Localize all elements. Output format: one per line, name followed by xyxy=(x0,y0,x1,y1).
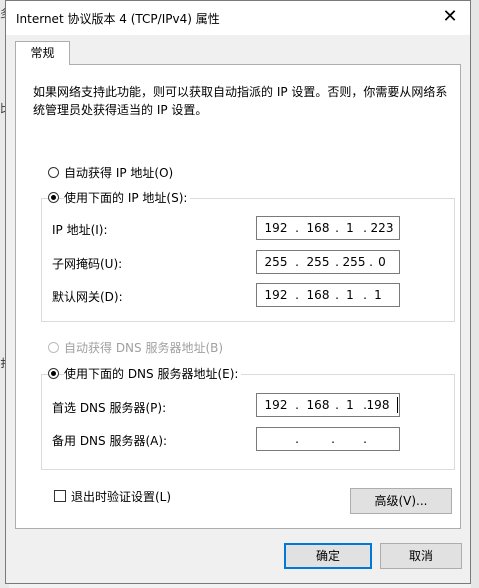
ip-octet: 255 xyxy=(342,255,366,269)
ip-dot: . xyxy=(295,432,299,446)
manual-dns-radio[interactable] xyxy=(48,368,59,379)
ip-dot: . xyxy=(295,221,299,235)
subnet-mask-label: 子网掩码(U): xyxy=(52,257,123,271)
ip-address-label: IP 地址(I): xyxy=(52,223,108,237)
ip-dot: . xyxy=(363,432,367,446)
ip-address-field[interactable]: 192 . 168 . 1 . 223 xyxy=(256,216,400,240)
ip-octet: 192 xyxy=(264,221,288,235)
preferred-dns-label: 首选 DNS 服务器(P): xyxy=(52,401,167,415)
ok-button[interactable]: 确定 xyxy=(284,543,372,569)
ip-octet: 168 xyxy=(306,221,330,235)
ip-octet: 0 xyxy=(378,255,386,269)
close-icon[interactable]: ✕ xyxy=(440,7,460,27)
manual-ip-radio[interactable] xyxy=(48,192,59,203)
advanced-button[interactable]: 高级(V)... xyxy=(350,488,452,514)
subnet-mask-field[interactable]: 255 . 255 . 255 . 0 xyxy=(256,250,400,274)
auto-ip-radio[interactable] xyxy=(48,167,59,178)
tab-general[interactable]: 常规 xyxy=(15,41,70,65)
dns-server-group xyxy=(41,374,455,470)
manual-dns-label[interactable]: 使用下面的 DNS 服务器地址(E): xyxy=(64,365,242,382)
alternate-dns-label: 备用 DNS 服务器(A): xyxy=(52,434,168,448)
ip-octet: 1 xyxy=(374,288,382,302)
ip-dot: . xyxy=(295,255,299,269)
ip-octet: 192 xyxy=(264,398,288,412)
validate-on-exit-label[interactable]: 退出时验证设置(L) xyxy=(71,488,171,505)
ip-octet: 255 xyxy=(306,255,330,269)
ip-dot: . xyxy=(295,288,299,302)
default-gateway-label: 默认网关(D): xyxy=(52,290,123,304)
text-cursor xyxy=(397,397,398,413)
ip-octet: 255 xyxy=(264,255,288,269)
ip-octet: 168 xyxy=(306,398,330,412)
alternate-dns-field[interactable]: . . . xyxy=(256,427,400,451)
manual-ip-label[interactable]: 使用下面的 IP 地址(S): xyxy=(64,189,191,206)
cancel-button[interactable]: 取消 xyxy=(380,543,462,569)
auto-dns-radio[interactable] xyxy=(48,342,59,353)
ip-octet: 223 xyxy=(370,221,394,235)
validate-on-exit-checkbox[interactable] xyxy=(54,490,66,502)
preferred-dns-field[interactable]: 192 . 168 . 1 . 198 xyxy=(256,393,400,417)
dialog-title: Internet 协议版本 4 (TCP/IPv4) 属性 xyxy=(16,12,220,26)
auto-ip-label[interactable]: 自动获得 IP 地址(O) xyxy=(64,164,173,181)
ip-octet: 192 xyxy=(264,288,288,302)
auto-dns-label[interactable]: 自动获得 DNS 服务器地址(B) xyxy=(64,339,223,356)
description-text: 如果网络支持此功能，则可以获取自动指派的 IP 设置。否则，你需要从网络系统管理… xyxy=(33,85,448,117)
tcp-ipv4-properties-dialog: Internet 协议版本 4 (TCP/IPv4) 属性 ✕ 常规 如果网络支… xyxy=(5,0,471,584)
ip-octet: 198 xyxy=(366,398,390,412)
background-strip-right xyxy=(471,0,479,588)
title-bar[interactable]: Internet 协议版本 4 (TCP/IPv4) 属性 ✕ xyxy=(6,1,470,35)
ip-dot: . xyxy=(295,398,299,412)
ip-octet: 168 xyxy=(306,288,330,302)
general-tab-panel: 如果网络支持此功能，则可以获取自动指派的 IP 设置。否则，你需要从网络系统管理… xyxy=(15,64,461,529)
ip-dot: . xyxy=(331,432,335,446)
default-gateway-field[interactable]: 192 . 168 . 1 . 1 xyxy=(256,283,400,307)
